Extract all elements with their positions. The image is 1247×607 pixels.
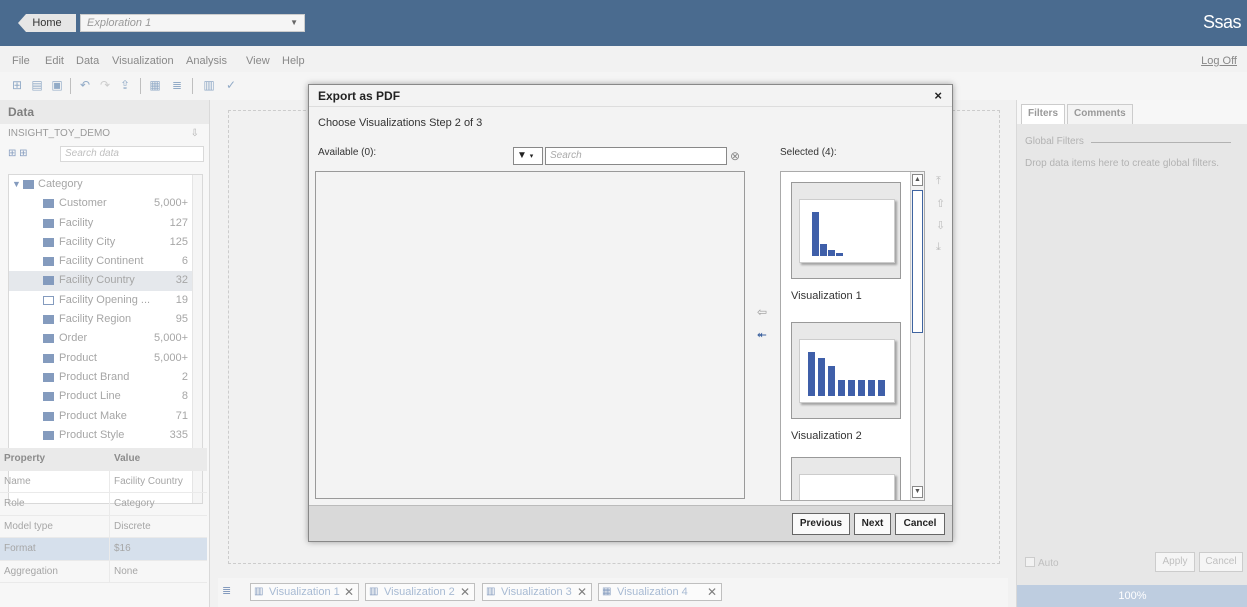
funnel-icon: ▼ <box>517 150 527 161</box>
selected-list[interactable]: Visualization 1 Visualization 2 ▲ ▼ <box>780 171 925 501</box>
preview-bar <box>836 253 843 256</box>
preview-bar <box>820 244 827 256</box>
dialog-title: Export as PDF <box>318 89 401 103</box>
preview-bar <box>812 212 819 256</box>
filter-button[interactable]: ▼ ▾ <box>513 147 543 165</box>
selected-scrollbar[interactable]: ▲ ▼ <box>910 172 924 500</box>
thumbnail-label: Visualization 2 <box>791 430 862 442</box>
move-all-left-icon[interactable]: ⯬ <box>757 327 767 342</box>
preview-bar <box>838 380 845 396</box>
close-icon[interactable]: × <box>934 85 942 107</box>
cancel-button[interactable]: Cancel <box>895 513 945 535</box>
dialog-footer: Previous Next Cancel <box>309 505 952 541</box>
export-pdf-dialog: Export as PDF × Choose Visualizations St… <box>308 84 953 542</box>
preview-bar <box>848 380 855 396</box>
menu-bar: File Edit Data Visualization Analysis Vi… <box>0 46 1247 72</box>
thumbnail-visualization-1[interactable] <box>791 182 901 279</box>
scroll-up-icon[interactable]: ▲ <box>912 174 923 186</box>
preview-bar <box>808 352 815 396</box>
clear-search-icon[interactable]: ⊗ <box>727 147 743 165</box>
thumbnail-visualization-3[interactable] <box>791 457 901 501</box>
line-preview <box>800 475 896 501</box>
search-input[interactable]: Search <box>545 147 727 165</box>
preview-bar <box>868 380 875 396</box>
move-left-icon[interactable]: ⇦ <box>757 305 767 319</box>
preview-bar <box>828 250 835 256</box>
menu-analysis[interactable]: Analysis <box>186 55 227 67</box>
preview-bar <box>818 358 825 396</box>
sas-logo: Ssas <box>1202 12 1242 32</box>
thumbnail-visualization-2[interactable] <box>791 322 901 419</box>
menu-edit[interactable]: Edit <box>45 55 64 67</box>
exploration-select[interactable]: Exploration 1 ▼ <box>80 14 305 32</box>
menu-data[interactable]: Data <box>76 55 99 67</box>
chart-preview <box>799 199 895 263</box>
dialog-title-bar: Export as PDF × <box>309 85 952 107</box>
selected-label: Selected (4): <box>780 147 837 158</box>
step-indicator: Choose Visualizations Step 2 of 3 <box>318 117 483 129</box>
available-list[interactable] <box>315 171 745 499</box>
menu-help[interactable]: Help <box>282 55 305 67</box>
move-bottom-icon[interactable]: ⤓ <box>936 241 941 254</box>
preview-bar <box>878 380 885 396</box>
move-up-icon[interactable]: ⇧ <box>936 197 945 210</box>
exploration-name: Exploration 1 <box>87 17 152 29</box>
chart-preview <box>799 474 896 501</box>
menu-visualization[interactable]: Visualization <box>112 55 174 67</box>
thumbnail-label: Visualization 1 <box>791 290 862 302</box>
chevron-down-icon: ▾ <box>529 153 534 160</box>
preview-bar <box>828 366 835 396</box>
available-label: Available (0): <box>318 147 377 158</box>
move-down-icon[interactable]: ⇩ <box>936 219 945 232</box>
menu-view[interactable]: View <box>246 55 270 67</box>
previous-button[interactable]: Previous <box>792 513 850 535</box>
top-bar: Home Exploration 1 ▼ Ssas <box>0 0 1247 46</box>
chart-preview <box>799 339 895 403</box>
logoff-link[interactable]: Log Off <box>1201 55 1237 67</box>
next-button[interactable]: Next <box>854 513 891 535</box>
scroll-down-icon[interactable]: ▼ <box>912 486 923 498</box>
preview-bar <box>858 380 865 396</box>
scroll-thumb[interactable] <box>912 190 923 333</box>
menu-file[interactable]: File <box>12 55 30 67</box>
home-button[interactable]: Home <box>18 14 76 32</box>
move-top-icon[interactable]: ⤒ <box>936 175 941 188</box>
chevron-down-icon: ▼ <box>290 18 298 27</box>
